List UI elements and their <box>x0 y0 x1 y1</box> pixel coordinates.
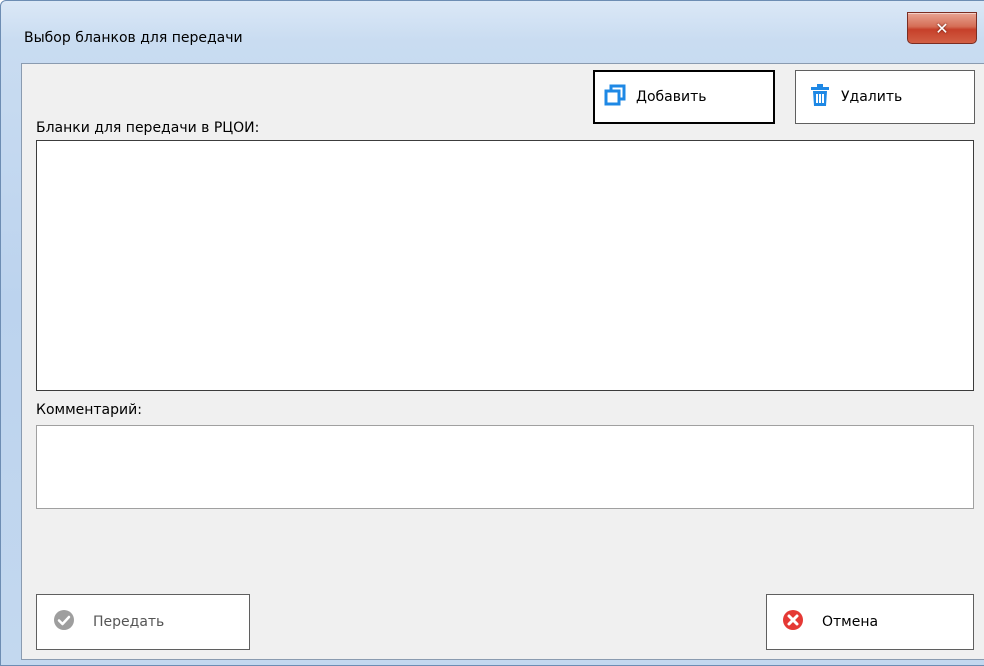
delete-button[interactable]: Удалить <box>795 70 975 124</box>
send-button[interactable]: Передать <box>36 594 250 650</box>
close-icon: ✕ <box>935 18 949 38</box>
comment-field[interactable] <box>36 425 974 509</box>
add-button[interactable]: Добавить <box>593 70 775 124</box>
cancel-circle-icon <box>782 609 804 635</box>
cancel-button-label: Отмена <box>822 614 879 630</box>
dialog-window: Выбор бланков для передачи ✕ Добавить Уд… <box>0 0 984 666</box>
comment-label: Комментарий: <box>36 402 142 418</box>
title-bar[interactable]: Выбор бланков для передачи ✕ <box>1 1 984 63</box>
close-button[interactable]: ✕ <box>907 12 977 44</box>
trash-icon <box>809 83 831 111</box>
blanks-listbox[interactable] <box>36 140 974 391</box>
check-circle-icon <box>53 609 75 635</box>
window-title: Выбор бланков для передачи <box>24 30 243 46</box>
delete-button-label: Удалить <box>841 89 903 105</box>
cancel-button[interactable]: Отмена <box>766 594 974 650</box>
blanks-label: Бланки для передачи в РЦОИ: <box>36 120 260 136</box>
dialog-client-area: Добавить Удалить Бланки для передачи в Р… <box>21 63 984 660</box>
copy-icon <box>604 84 626 110</box>
send-button-label: Передать <box>93 614 165 630</box>
add-button-label: Добавить <box>636 89 707 105</box>
